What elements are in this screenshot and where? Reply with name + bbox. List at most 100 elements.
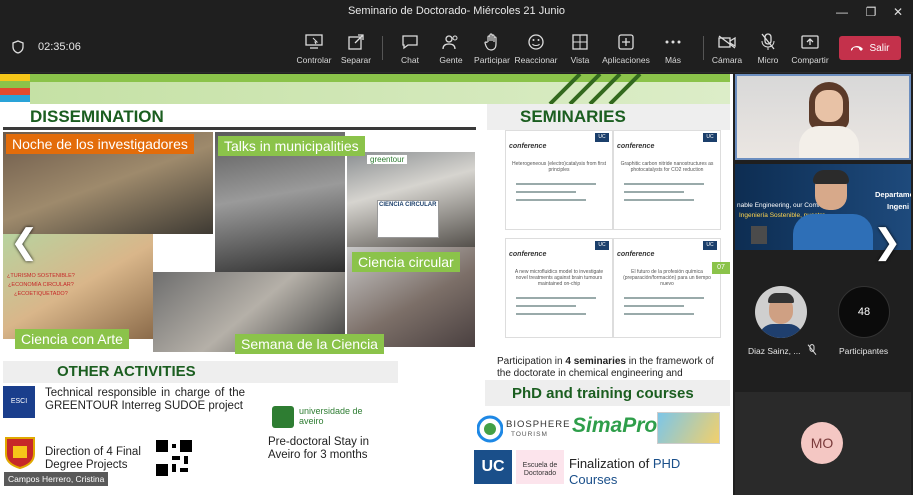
- restore-icon[interactable]: ❐: [862, 3, 880, 21]
- more-button[interactable]: Más: [647, 32, 699, 65]
- share-label: Compartir: [791, 55, 829, 65]
- esci-logo: ESCI: [3, 386, 35, 418]
- participants-label: Participantes: [839, 346, 889, 356]
- direction-text: Direction of 4 Final Degree Projects: [45, 446, 141, 471]
- more-dots-icon: [665, 40, 681, 44]
- biosphere-text: BIOSPHERE: [506, 419, 571, 430]
- camera-off-icon: [718, 35, 736, 49]
- participation-pre: Participation in: [497, 356, 566, 367]
- poster-badge: UC: [703, 133, 717, 142]
- shield-icon: [12, 40, 24, 54]
- ciencia-circular-poster: CIENCIA CIRCULAR: [379, 202, 437, 208]
- label-semana: Semana de la Ciencia: [235, 334, 384, 354]
- aveiro-logo-text: universidade de aveiro: [299, 406, 363, 426]
- smiley-icon: [528, 34, 544, 50]
- finalization-pre: Finalization of: [569, 456, 653, 471]
- label-talks: Talks in municipalities: [218, 136, 365, 156]
- poster-badge: UC: [595, 241, 609, 250]
- chevron-right-icon[interactable]: ❯: [873, 222, 902, 262]
- label-circular: Ciencia circular: [352, 252, 460, 272]
- meeting-toolbar: 02:35:06 Controlar Separar Chat Gente Pa…: [0, 24, 913, 73]
- seminaries-posters: UC conference Heterogeneous (electro)cat…: [487, 130, 730, 356]
- poster-word: conference: [509, 143, 547, 150]
- label-noche: Noche de los investigadores: [6, 134, 194, 154]
- mic-off-icon: [761, 33, 775, 50]
- ecoetiquetado-sign: ¿ECOETIQUETADO?: [14, 291, 68, 297]
- window-title: Seminario de Doctorado- Miércoles 21 Jun…: [347, 5, 566, 17]
- course-banner: [657, 412, 720, 444]
- university-crest-icon: [5, 437, 35, 470]
- banner-dept: Departame: [875, 190, 911, 199]
- poster-2: UC conference Graphitic carbon nitride n…: [613, 130, 721, 230]
- leave-label: Salir: [869, 42, 890, 54]
- mic-muted-icon: [807, 344, 817, 355]
- participant-avatar-diaz[interactable]: [755, 286, 807, 338]
- poster-4: UC conference El futuro de la profesión …: [613, 238, 721, 338]
- technical-text: Technical responsible in charge of the G…: [45, 387, 245, 412]
- dissemination-heading: DISSEMINATION: [30, 107, 164, 126]
- view-button[interactable]: Vista: [554, 32, 606, 65]
- participants-count: 48: [857, 306, 871, 318]
- banner-line1: nable Engineering, our Commo: [737, 202, 827, 209]
- shared-screen: DISSEMINATION SEMINARIES greentour CIENC…: [0, 74, 733, 495]
- video-tile-speaker[interactable]: [735, 74, 911, 160]
- participation-bold: 4 seminaries: [565, 356, 626, 367]
- people-icon: [442, 35, 458, 50]
- plus-square-icon: [618, 34, 634, 50]
- poster-title: Graphitic carbon nitride nanostructures …: [620, 161, 714, 173]
- more-label: Más: [664, 55, 682, 65]
- poster-word: conference: [509, 251, 547, 258]
- phone-hangup-icon: [851, 46, 864, 51]
- pop-out-button[interactable]: Separar: [330, 32, 382, 65]
- mo-avatar: MO: [801, 422, 843, 464]
- chat-icon: [402, 35, 418, 50]
- share-button[interactable]: Compartir: [784, 32, 836, 65]
- economia-sign: ¿ECONOMÍA CIRCULAR?: [8, 282, 74, 288]
- pop-out-icon: [348, 34, 364, 50]
- biosphere-globe-icon: [477, 415, 503, 443]
- chevron-left-icon[interactable]: ❮: [10, 222, 39, 262]
- qr-code-icon: [156, 440, 192, 476]
- escuela-doctorado-logo: Escuela de Doctorado: [516, 450, 564, 484]
- toolbar-divider: [382, 36, 383, 60]
- poster-word: conference: [617, 251, 655, 258]
- label-arte: Ciencia con Arte: [15, 329, 129, 349]
- pop-out-label: Separar: [340, 55, 372, 65]
- poster-word: conference: [617, 143, 655, 150]
- seminaries-heading: SEMINARIES: [520, 107, 626, 126]
- poster-3: UC conference A new microfluidics model …: [505, 238, 613, 338]
- participants-panel: nable Engineering, our Commo Ingeniería …: [733, 74, 913, 495]
- share-tray-icon: [801, 35, 819, 49]
- meeting-timer: 02:35:06: [38, 41, 81, 53]
- dissemination-underline: [3, 127, 476, 130]
- simapro-logo: SimaPro: [572, 414, 658, 437]
- phd-band: PhD and training courses: [485, 380, 730, 406]
- poster-title: El futuro de la profesión química (prepa…: [623, 269, 711, 287]
- grid-icon: [572, 34, 588, 50]
- slide-arrow-decoration: [548, 74, 642, 104]
- other-activities-heading: OTHER ACTIVITIES: [57, 363, 196, 380]
- apps-label: Aplicaciones: [602, 55, 650, 65]
- uc-logo: UC: [474, 450, 512, 484]
- poster-title: A new microfluidics model to investigate…: [514, 269, 604, 287]
- close-icon[interactable]: ✕: [889, 3, 907, 21]
- predoc-text: Pre-doctoral Stay in Aveiro for 3 months: [268, 436, 369, 461]
- poster-badge: UC: [703, 241, 717, 250]
- minimize-icon[interactable]: —: [833, 3, 851, 21]
- leave-button[interactable]: Salir: [839, 36, 901, 60]
- poster-1: UC conference Heterogeneous (electro)cat…: [505, 130, 613, 230]
- screen-control-icon: [305, 34, 323, 49]
- participant-name: Diaz Sainz, ...: [748, 346, 801, 356]
- hand-icon: [484, 33, 497, 51]
- apps-button[interactable]: Aplicaciones: [600, 32, 652, 65]
- title-bar: Seminario de Doctorado- Miércoles 21 Jun…: [0, 0, 913, 24]
- slide-logo-stripes: [0, 74, 30, 102]
- page-number-badge: 07: [712, 262, 730, 274]
- participants-count-button[interactable]: 48: [838, 286, 890, 338]
- video-tile-mo[interactable]: MO: [735, 392, 911, 495]
- poster-title: Heterogeneous (electro)catalysis from fi…: [512, 161, 606, 173]
- finalization-text: Finalization of PHD Courses: [569, 456, 729, 488]
- presenter-name-tag: Campos Herrero, Cristina: [4, 472, 109, 486]
- sostenible-sign: ¿TURISMO SOSTENIBLE?: [7, 273, 75, 279]
- view-label: Vista: [570, 55, 590, 65]
